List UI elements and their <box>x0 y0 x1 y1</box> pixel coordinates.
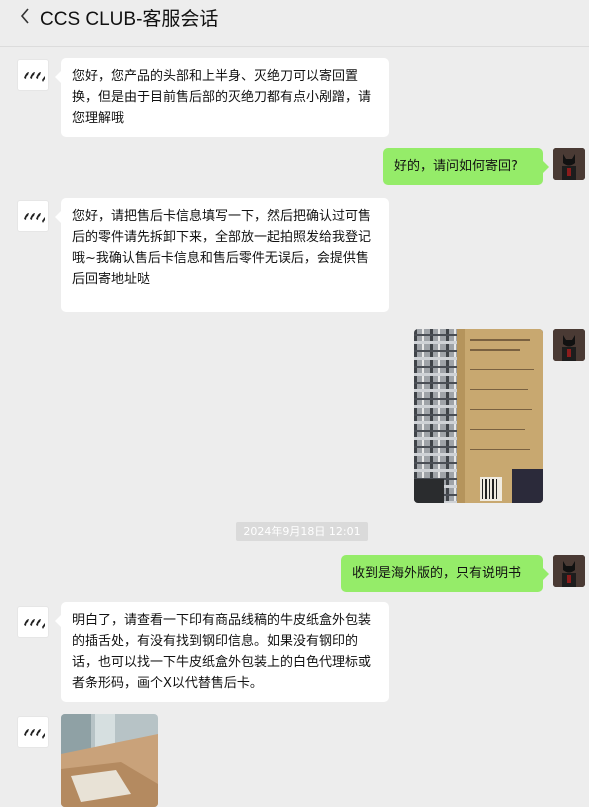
message-bubble-left: 明白了，请查看一下印有商品线稿的牛皮纸盒外包装的插舌处，有没有找到钢印信息。如果… <box>55 602 389 702</box>
user-portrait-icon <box>553 148 585 180</box>
user-avatar[interactable] <box>553 329 585 361</box>
product-box-photo <box>414 329 543 503</box>
message-bubble-right: 好的，请问如何寄回? <box>383 148 549 185</box>
ccs-logo-icon <box>24 619 45 629</box>
message-bubble-right: 收到是海外版的，只有说明书 <box>341 555 549 592</box>
user-avatar[interactable] <box>553 148 585 180</box>
image-message[interactable] <box>414 329 543 503</box>
chat-title: CCS CLUB-客服会话 <box>40 9 219 30</box>
brand-avatar[interactable] <box>17 200 49 232</box>
kraft-box-photo <box>61 714 158 807</box>
ccs-logo-icon <box>24 729 45 739</box>
user-portrait-icon <box>553 555 585 587</box>
message-bubble-left: 您好，请把售后卡信息填写一下，然后把确认过可售后的零件请先拆卸下来，全部放一起拍… <box>55 198 389 312</box>
brand-avatar[interactable] <box>17 606 49 638</box>
ccs-logo-icon <box>24 72 45 82</box>
ccs-logo-icon <box>24 213 45 223</box>
timestamp: 2024年9月18日 12:01 <box>236 522 368 541</box>
chat-header: CCS CLUB-客服会话 <box>0 0 589 47</box>
user-portrait-icon <box>553 329 585 361</box>
brand-avatar[interactable] <box>17 59 49 91</box>
image-message[interactable] <box>61 714 158 807</box>
brand-avatar[interactable] <box>17 716 49 748</box>
chevron-left-icon[interactable] <box>16 6 34 26</box>
user-avatar[interactable] <box>553 555 585 587</box>
message-bubble-left: 您好，您产品的头部和上半身、灭绝刀可以寄回置换，但是由于目前售后部的灭绝刀都有点… <box>55 58 389 137</box>
